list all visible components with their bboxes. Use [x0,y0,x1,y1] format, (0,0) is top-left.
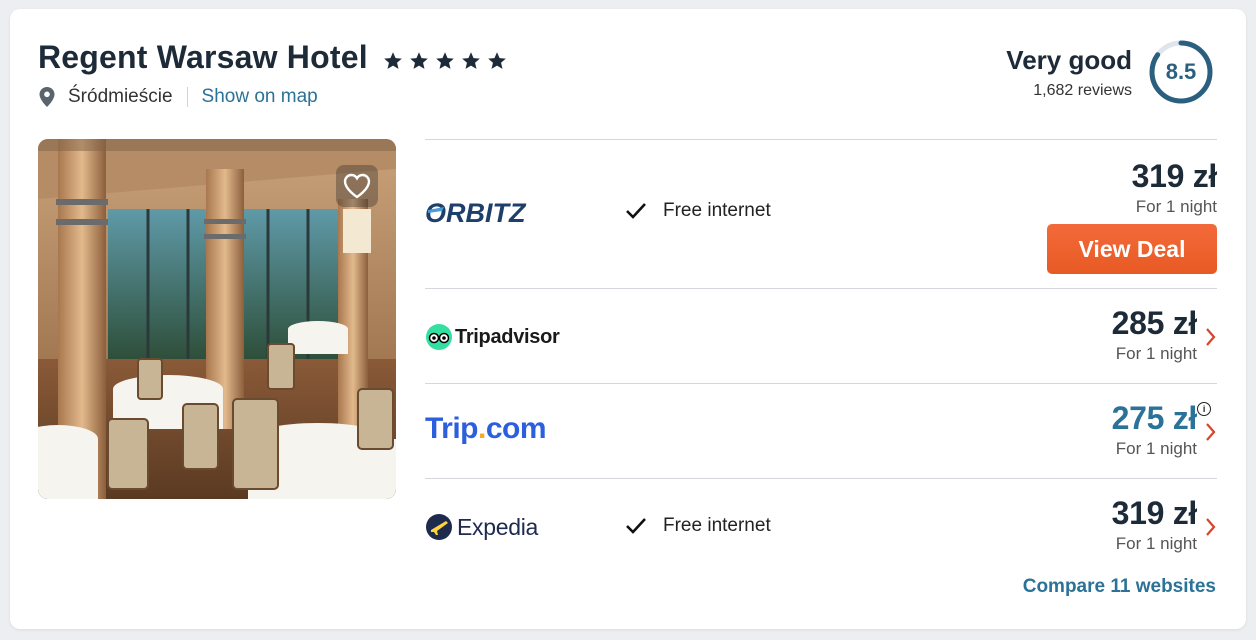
price-block: 319 zł For 1 night [1131,158,1218,217]
tripcom-logo: Trip. com [425,412,547,446]
price-value: 275 zł [1111,400,1198,436]
price-period: For 1 night [1115,439,1197,458]
expedia-plane-icon [426,514,452,540]
show-on-map-link[interactable]: Show on map [202,86,318,108]
price-period: For 1 night [1135,197,1217,216]
price-value: 319 zł [1131,158,1218,194]
tripcom-logo-text-trip: Trip [425,412,479,445]
deal-row-orbitz[interactable]: ORBITZ Free internet 319 zł For 1 night … [425,139,1217,288]
price-block: 319 zł For 1 night [1111,495,1198,554]
tripadvisor-logo-text: Tripadvisor [455,325,560,348]
star-icon [435,51,454,69]
deal-list: ORBITZ Free internet 319 zł For 1 night … [425,139,1217,579]
price-block: 275 zł i For 1 night [1111,400,1211,459]
orbitz-logo: ORBITZ [425,198,553,228]
hotel-name[interactable]: Regent Warsaw Hotel [38,39,368,76]
price-block: 285 zł For 1 night [1111,305,1198,364]
hotel-card: Regent Warsaw Hotel Śródmieście Show on … [10,9,1246,629]
star-rating [382,50,508,72]
tripcom-logo-dot: . [478,412,486,445]
tripadvisor-logo: Tripadvisor [425,323,560,351]
amenity-free-internet: Free internet [625,515,771,537]
star-icon [461,51,480,69]
star-icon [409,51,428,69]
tripadvisor-owl-icon [426,324,452,350]
score-badge: 8.5 [1148,39,1214,105]
price-period: For 1 night [1115,534,1197,553]
compare-websites-link[interactable]: Compare 11 websites [1023,576,1216,598]
location-row: Śródmieście Show on map [38,86,318,108]
expedia-logo-text: Expedia [457,513,539,540]
star-icon [487,51,506,69]
score-value: 8.5 [1165,59,1197,84]
rating-summary[interactable]: Very good 1,682 reviews 8.5 [1006,39,1214,105]
checkmark-icon [626,518,646,534]
view-deal-button[interactable]: View Deal [1047,224,1217,274]
title-row: Regent Warsaw Hotel [38,39,508,76]
star-icon [383,51,402,69]
expedia-logo: Expedia [425,513,538,541]
chevron-right-icon[interactable] [1205,517,1217,537]
heart-icon [343,173,371,199]
amenity-label: Free internet [663,200,771,221]
favorite-button[interactable] [336,165,378,207]
map-pin-icon [39,87,55,107]
divider [186,87,188,107]
checkmark-icon [626,203,646,219]
price-value: 319 zł [1111,495,1198,531]
review-count: 1,682 reviews [1033,81,1132,99]
orbitz-logo-icon: ORBITZ [425,198,527,228]
price-value: 285 zł [1111,305,1198,341]
rating-text: Very good 1,682 reviews [1006,45,1132,100]
rating-label: Very good [1006,44,1132,75]
deal-row-tripcom[interactable]: Trip. com 275 zł i For 1 night [425,383,1217,478]
district-label: Śródmieście [68,86,173,107]
hotel-photo[interactable] [38,139,396,499]
price-value-wrap: 275 zł i [1111,400,1211,437]
amenity-free-internet: Free internet [625,200,771,222]
deal-row-tripadvisor[interactable]: Tripadvisor 285 zł For 1 night [425,288,1217,383]
amenity-label: Free internet [663,515,771,536]
orbitz-logo-text: ORBITZ [425,198,527,228]
chevron-right-icon[interactable] [1205,422,1217,442]
price-period: For 1 night [1115,344,1197,363]
chevron-right-icon[interactable] [1205,327,1217,347]
info-icon[interactable]: i [1197,402,1211,416]
tripcom-logo-text-com: com [485,412,547,445]
deal-row-expedia[interactable]: Expedia Free internet 319 zł For 1 night [425,478,1217,579]
